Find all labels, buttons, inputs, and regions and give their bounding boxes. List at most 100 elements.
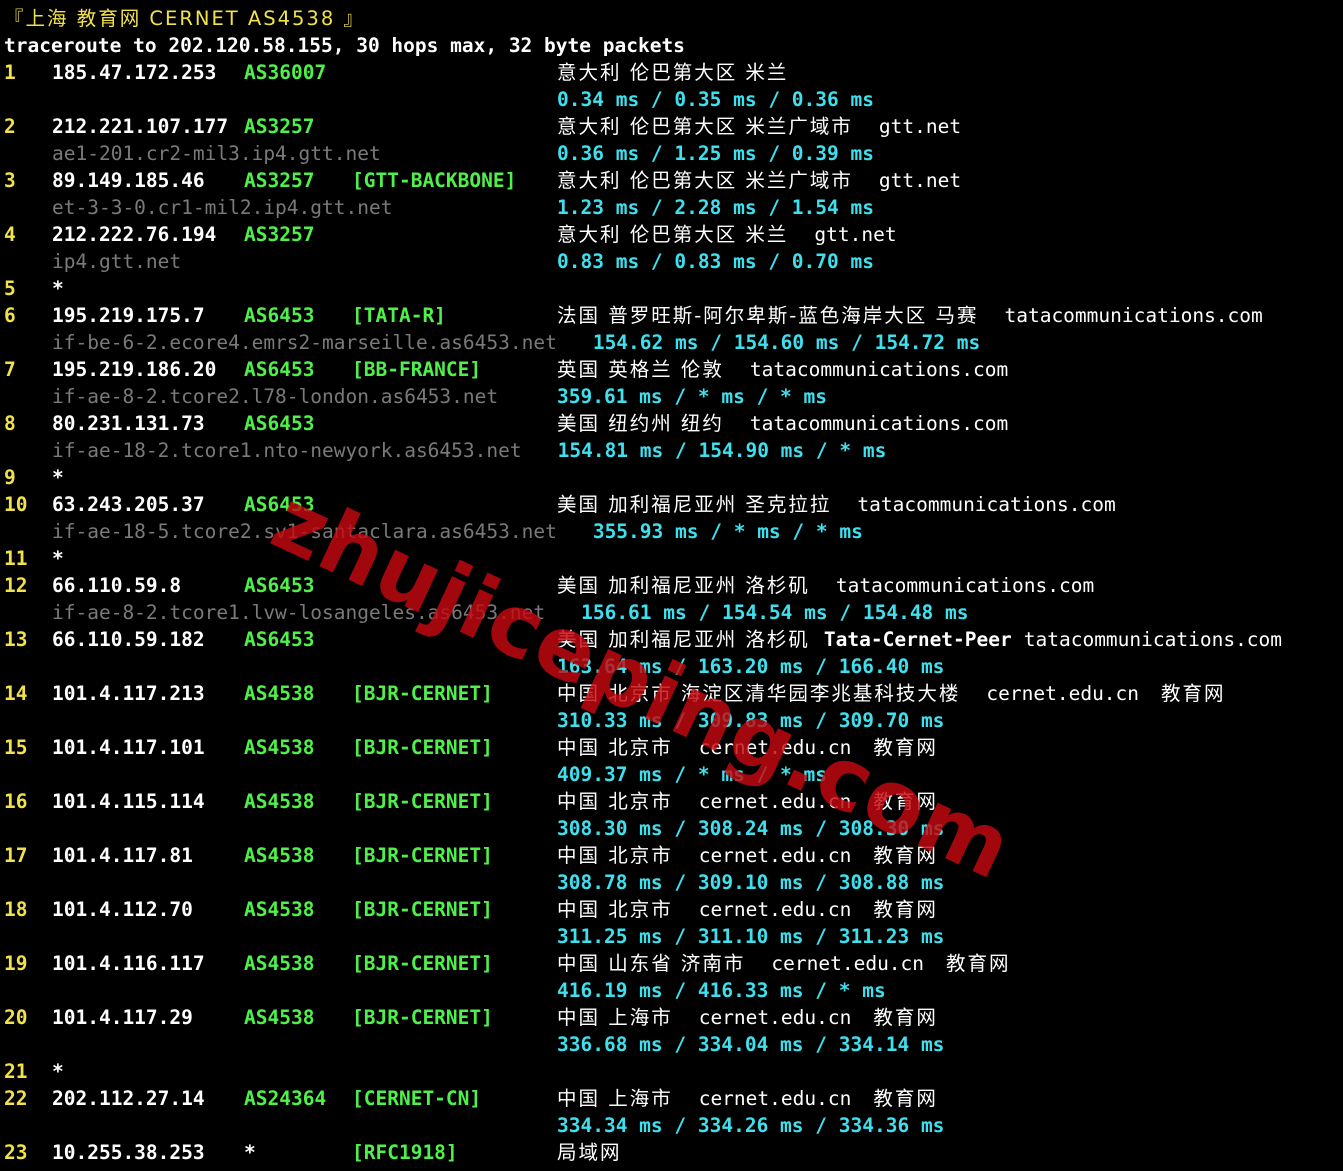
- hop-ip: 185.47.172.253: [52, 61, 217, 84]
- hop-rtt: 154.81 ms / 154.90 ms / * ms: [557, 439, 887, 462]
- hop-number: 23: [4, 1141, 28, 1164]
- hop-as-tag: [RFC1918]: [352, 1141, 458, 1164]
- hop-row: 7 195.219.186.20 AS6453 [BB-FRANCE] 英国 英格兰 伦…: [0, 356, 1343, 383]
- hop-geo: 美国 加利福尼亚州 圣克拉拉: [557, 493, 832, 516]
- hop-detail-row: 416.19 ms / 416.33 ms / * ms: [0, 977, 1343, 1004]
- hop-as-tag: [BJR-CERNET]: [352, 790, 493, 813]
- hop-geo: 美国 加利福尼亚州 洛杉矶: [557, 628, 810, 651]
- hop-detail-row: if-be-6-2.ecore4.emrs2-marseille.as6453.…: [0, 329, 1343, 356]
- hop-ip: 66.110.59.8: [52, 574, 182, 597]
- hop-location-group: 中国 北京市 海淀区清华园李兆基科技大楼 cernet.edu.cn 教育网: [557, 680, 1226, 707]
- hop-rtt: 0.36 ms / 1.25 ms / 0.39 ms: [557, 142, 874, 165]
- hop-geo: 意大利 伦巴第大区 米兰广域市: [557, 115, 853, 138]
- hop-geo: 中国 北京市 海淀区清华园李兆基科技大楼: [557, 682, 961, 705]
- hop-network: 教育网: [873, 1087, 938, 1110]
- hop-number: 21: [4, 1060, 28, 1083]
- hop-detail-row: if-ae-8-2.tcore1.lvw-losangeles.as6453.n…: [0, 599, 1343, 626]
- hop-number: 1: [4, 61, 16, 84]
- hop-number: 6: [4, 304, 16, 327]
- hop-hostname: if-ae-8-2.tcore2.l78-london.as6453.net: [52, 385, 499, 408]
- hop-asn: AS6453: [244, 304, 315, 327]
- hop-row: 6 195.219.175.7 AS6453 [TATA-R] 法国 普罗旺斯-阿尔卑斯…: [0, 302, 1343, 329]
- terminal-window: 『上海 教育网 CERNET AS4538 』 traceroute to 20…: [0, 0, 1343, 1171]
- hop-location-group: 美国 加利福尼亚州 洛杉矶 tatacommunications.com: [557, 572, 1094, 599]
- hop-detail-row: 0.34 ms / 0.35 ms / 0.36 ms: [0, 86, 1343, 113]
- hop-geo: 局域网: [557, 1141, 622, 1164]
- hop-location-group: 美国 加利福尼亚州 圣克拉拉 tatacommunications.com: [557, 491, 1116, 518]
- hop-hostname: et-3-3-0.cr1-mil2.ip4.gtt.net: [52, 196, 393, 219]
- hop-row: 18 101.4.112.70 AS4538 [BJR-CERNET] 中国 北京市 ce…: [0, 896, 1343, 923]
- hop-row: 20 101.4.117.29 AS4538 [BJR-CERNET] 中国 上海市 ce…: [0, 1004, 1343, 1031]
- header-title-line: 『上海 教育网 CERNET AS4538 』: [0, 5, 1343, 32]
- hop-asn: AS6453: [244, 628, 315, 651]
- hop-geo: 美国 加利福尼亚州 洛杉矶: [557, 574, 810, 597]
- hop-number: 10: [4, 493, 28, 516]
- hop-rtt: 355.93 ms / * ms / * ms: [592, 520, 863, 543]
- hop-number: 17: [4, 844, 28, 867]
- hop-network: 教育网: [873, 790, 938, 813]
- hop-number: 19: [4, 952, 28, 975]
- hop-network: 教育网: [873, 898, 938, 921]
- hop-number: 11: [4, 547, 28, 570]
- hop-row: 12 66.110.59.8 AS6453 美国 加利福尼亚州 洛杉矶 tatacomm…: [0, 572, 1343, 599]
- hop-network: 教育网: [1161, 682, 1226, 705]
- hop-detail-row: 334.34 ms / 334.26 ms / 334.36 ms: [0, 1112, 1343, 1139]
- hop-detail-row: 336.68 ms / 334.04 ms / 334.14 ms: [0, 1031, 1343, 1058]
- hop-as-tag: [BJR-CERNET]: [352, 1006, 493, 1029]
- hop-as-tag: [BJR-CERNET]: [352, 898, 493, 921]
- hop-location-group: 中国 北京市 cernet.edu.cn 教育网: [557, 788, 938, 815]
- hop-ip: 101.4.117.101: [52, 736, 205, 759]
- hop-asn: AS3257: [244, 115, 315, 138]
- hop-row: 14 101.4.117.213 AS4538 [BJR-CERNET] 中国 北京市 …: [0, 680, 1343, 707]
- hop-hostname: ae1-201.cr2-mil3.ip4.gtt.net: [52, 142, 381, 165]
- hop-detail-row: 311.25 ms / 311.10 ms / 311.23 ms: [0, 923, 1343, 950]
- hop-timeout: *: [52, 1060, 64, 1083]
- hop-org: tatacommunications.com: [749, 412, 1009, 435]
- hop-detail-row: 308.78 ms / 309.10 ms / 308.88 ms: [0, 869, 1343, 896]
- hop-detail-row: 163.64 ms / 163.20 ms / 166.40 ms: [0, 653, 1343, 680]
- hop-asn: AS6453: [244, 574, 315, 597]
- hop-row: 10 63.243.205.37 AS6453 美国 加利福尼亚州 圣克拉拉 tatac…: [0, 491, 1343, 518]
- hop-geo: 中国 北京市: [557, 790, 673, 813]
- hop-geo: 意大利 伦巴第大区 米兰: [557, 61, 789, 84]
- hop-number: 16: [4, 790, 28, 813]
- hop-org: tatacommunications.com: [1004, 304, 1263, 327]
- hop-ip: 212.221.107.177: [52, 115, 229, 138]
- hop-number: 9: [4, 466, 16, 489]
- hop-asn: AS4538: [244, 952, 315, 975]
- hop-asn: AS6453: [244, 493, 315, 516]
- hop-number: 14: [4, 682, 28, 705]
- header-title: 『上海 教育网 CERNET AS4538 』: [4, 7, 365, 30]
- hop-asn: AS24364: [244, 1087, 327, 1110]
- hop-hostname: if-ae-18-2.tcore1.nto-newyork.as6453.net: [52, 439, 522, 462]
- hop-number: 4: [4, 223, 16, 246]
- hop-row: 9 *: [0, 464, 1343, 491]
- hop-rtt: 163.64 ms / 163.20 ms / 166.40 ms: [557, 655, 945, 678]
- hop-location-group: 意大利 伦巴第大区 米兰广域市 gtt.net: [557, 167, 961, 194]
- hop-as-tag: [BB-FRANCE]: [352, 358, 482, 381]
- hop-org: cernet.edu.cn: [698, 1087, 852, 1110]
- hop-network: 教育网: [873, 1006, 938, 1029]
- hop-number: 13: [4, 628, 28, 651]
- hop-detail-row: ip4.gtt.net 0.83 ms / 0.83 ms / 0.70 ms: [0, 248, 1343, 275]
- hop-geo: 意大利 伦巴第大区 米兰广域市: [557, 169, 853, 192]
- hop-ip: 10.255.38.253: [52, 1141, 205, 1164]
- hop-rtt: 310.33 ms / 309.83 ms / 309.70 ms: [557, 709, 945, 732]
- hop-ip: 212.222.76.194: [52, 223, 217, 246]
- hop-org: cernet.edu.cn: [698, 898, 852, 921]
- hop-rtt: 0.83 ms / 0.83 ms / 0.70 ms: [557, 250, 874, 273]
- hop-rtt: 156.61 ms / 154.54 ms / 154.48 ms: [581, 601, 969, 624]
- hop-org: gtt.net: [878, 169, 962, 192]
- hop-location-group: 意大利 伦巴第大区 米兰广域市 gtt.net: [557, 113, 961, 140]
- hop-detail-row: et-3-3-0.cr1-mil2.ip4.gtt.net 1.23 ms / 2…: [0, 194, 1343, 221]
- hop-org: tatacommunications.com: [835, 574, 1095, 597]
- hop-location-group: 中国 北京市 cernet.edu.cn 教育网: [557, 896, 938, 923]
- hop-number: 18: [4, 898, 28, 921]
- hop-asn: AS4538: [244, 790, 315, 813]
- hop-asn: AS4538: [244, 736, 315, 759]
- hop-ip: 66.110.59.182: [52, 628, 205, 651]
- hop-ip: 101.4.112.70: [52, 898, 193, 921]
- hop-org: cernet.edu.cn: [698, 736, 852, 759]
- hop-geo: 法国 普罗旺斯-阿尔卑斯-蓝色海岸大区 马赛: [557, 304, 979, 327]
- hop-rtt: 1.23 ms / 2.28 ms / 1.54 ms: [557, 196, 874, 219]
